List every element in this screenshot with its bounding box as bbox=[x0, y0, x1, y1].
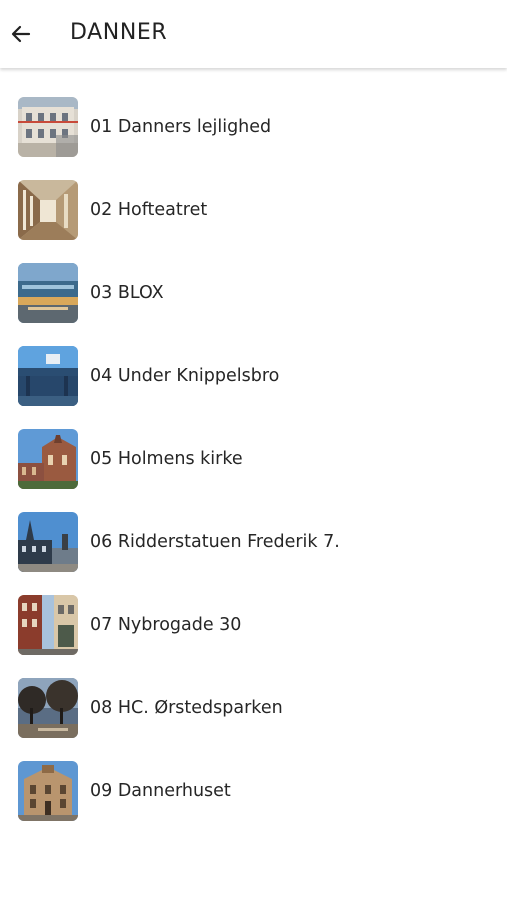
item-label: 02 Hofteatret bbox=[90, 199, 208, 220]
modern-building-photo-thumbnail bbox=[18, 262, 78, 323]
page-title: DANNER bbox=[70, 20, 168, 45]
item-label: 07 Nybrogade 30 bbox=[90, 614, 242, 635]
item-label: 08 HC. Ørstedsparken bbox=[90, 697, 283, 718]
back-button[interactable] bbox=[4, 14, 38, 54]
top-app-bar: DANNER bbox=[0, 0, 507, 68]
statue-square-photo-thumbnail bbox=[18, 511, 78, 572]
item-label: 09 Dannerhuset bbox=[90, 780, 231, 801]
item-label: 06 Ridderstatuen Frederik 7. bbox=[90, 531, 340, 552]
theatre-corridor-photo-thumbnail bbox=[18, 179, 78, 240]
list-item[interactable]: 06 Ridderstatuen Frederik 7. bbox=[0, 500, 507, 583]
item-label: 01 Danners lejlighed bbox=[90, 116, 272, 137]
list-item[interactable]: 08 HC. Ørstedsparken bbox=[0, 666, 507, 749]
list-item[interactable]: 02 Hofteatret bbox=[0, 168, 507, 251]
building-facade-photo-thumbnail bbox=[18, 96, 78, 157]
arrow-left-icon bbox=[11, 25, 31, 43]
list-item[interactable]: 01 Danners lejlighed bbox=[0, 85, 507, 168]
list-item[interactable]: 03 BLOX bbox=[0, 251, 507, 334]
street-photo-thumbnail bbox=[18, 594, 78, 655]
item-label: 03 BLOX bbox=[90, 282, 164, 303]
location-list: 01 Danners lejlighed 02 Hofteatret 03 BL… bbox=[0, 85, 507, 832]
list-item[interactable]: 07 Nybrogade 30 bbox=[0, 583, 507, 666]
bridge-photo-thumbnail bbox=[18, 345, 78, 406]
item-label: 04 Under Knippelsbro bbox=[90, 365, 280, 386]
list-item[interactable]: 04 Under Knippelsbro bbox=[0, 334, 507, 417]
church-photo-thumbnail bbox=[18, 428, 78, 489]
list-item[interactable]: 05 Holmens kirke bbox=[0, 417, 507, 500]
list-item[interactable]: 09 Dannerhuset bbox=[0, 749, 507, 832]
park-photo-thumbnail bbox=[18, 677, 78, 738]
historic-house-photo-thumbnail bbox=[18, 760, 78, 821]
item-label: 05 Holmens kirke bbox=[90, 448, 243, 469]
